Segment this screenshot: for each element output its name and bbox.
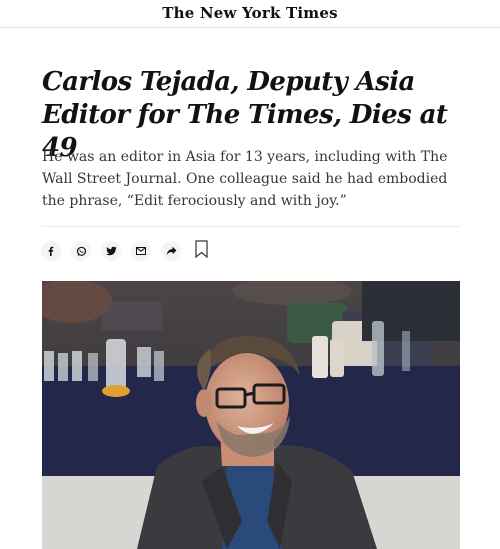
more-share-button[interactable] xyxy=(161,241,181,261)
twitter-icon xyxy=(105,246,117,256)
masthead: The New York Times xyxy=(0,0,500,28)
bookmark-icon xyxy=(194,240,208,262)
whatsapp-share-button[interactable] xyxy=(71,241,91,261)
share-toolbar xyxy=(41,240,209,262)
lead-photo[interactable] xyxy=(42,281,460,549)
facebook-icon xyxy=(46,246,56,256)
email-share-button[interactable] xyxy=(131,241,151,261)
twitter-share-button[interactable] xyxy=(101,241,121,261)
divider xyxy=(42,226,460,227)
photo-man-laughing xyxy=(42,281,460,549)
whatsapp-icon xyxy=(76,246,87,257)
share-arrow-icon xyxy=(166,246,177,256)
email-icon xyxy=(136,247,146,255)
facebook-share-button[interactable] xyxy=(41,241,61,261)
article-summary: He was an editor in Asia for 13 years, i… xyxy=(42,149,448,209)
nyt-logo[interactable]: The New York Times xyxy=(162,4,337,22)
save-article-button[interactable] xyxy=(193,240,209,262)
